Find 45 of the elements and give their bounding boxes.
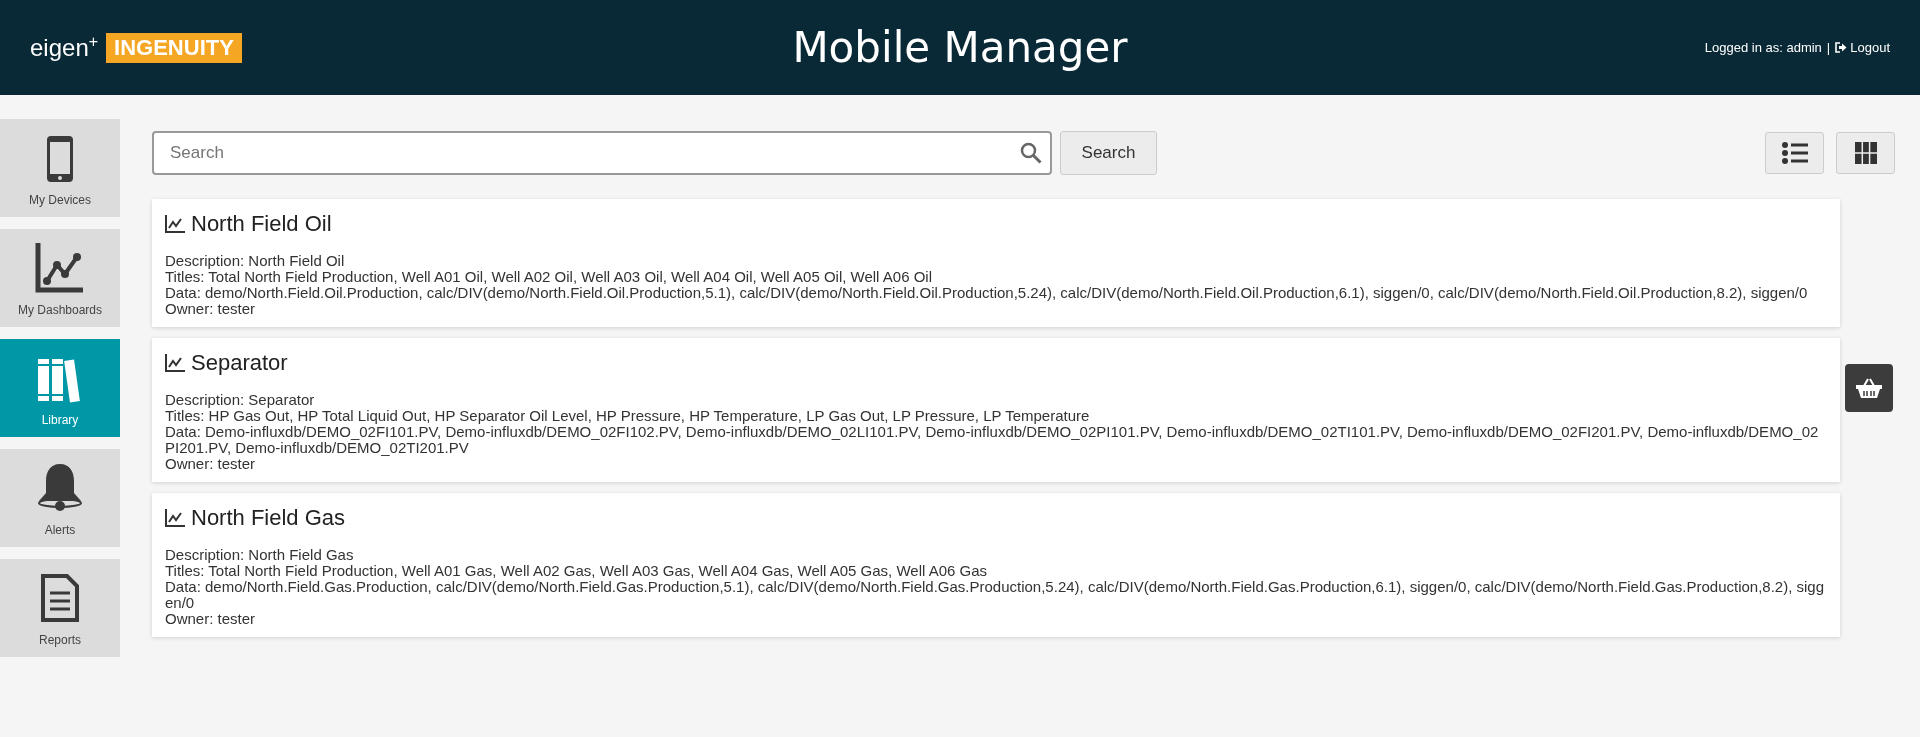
logout-icon [1835,42,1848,53]
card-title: North Field Gas [191,505,346,531]
search-icon [1020,142,1042,164]
library-card[interactable] [152,338,1840,482]
logout-link[interactable]: Logout [1835,40,1890,55]
phone-icon [46,135,74,183]
library-card[interactable] [152,199,1840,327]
grid-icon [1854,142,1877,164]
document-icon [40,573,80,623]
detail-text: Titles: Total North Field Production, Well A01 Oil, Well A02 Oil, Well A03 Oil, Well A04 Oil, Well A05 Oil, Well A06 Oil [165,269,933,285]
detail-text: Owner: tester [165,611,257,627]
line-chart-icon [165,215,185,233]
nav-item[interactable]: My Dashboards [0,229,120,327]
logo-badge: INGENUITY [106,32,242,63]
card-title: North Field Oil [191,211,332,237]
nav-item[interactable]: Alerts [0,449,120,547]
nav-item[interactable]: Reports [0,559,120,657]
line-chart-icon [165,509,185,527]
nav-item[interactable]: Library [0,339,120,437]
line-chart-icon [165,354,185,372]
detail-text: Description: North Field Oil [165,253,346,269]
detail-text: Owner: tester [165,301,257,317]
line-chart-icon [35,241,85,293]
detail-text: Description: North Field Gas [165,547,355,563]
detail-text: Data: demo/North.Field.Oil.Production, calc/DIV(demo/North.Field.Oil.Production,5.1), calc/DIV(demo/North.Field.Oil.Production,5.24), calc/DIV(demo/North.Field.Oil.Production,6.1), siggen/0, calc/DIV(demo/North.Field.Oil.Production,8.2), siggen/0 [165,285,1809,301]
app-title: Mobile Manager [791,23,1129,72]
card-title: Separator [191,350,288,376]
search-button[interactable]: Search [1060,131,1157,175]
user-label: Logged in as: admin [1704,40,1822,55]
list-view-button[interactable] [1765,132,1824,174]
detail-text: Owner: tester [165,456,256,472]
basket-button[interactable] [1845,364,1893,412]
detail-text: Description: Separator [165,392,316,408]
library-card[interactable] [152,493,1840,637]
detail-text: Data: demo/North.Field.Gas.Production, calc/DIV(demo/North.Field.Gas.Production,5.1), calc/DIV(demo/North.Field.Gas.Production,5.24), calc/DIV(demo/North.Field.Gas.Production,6.1), siggen/0, calc/DIV(demo/North.Field.Gas.Production,8.2), siggen/0 [165,579,1826,611]
nav-item[interactable]: My Devices [0,119,120,217]
logo-text: eigen$^{+}$ [30,33,99,62]
detail-text: Titles: Total North Field Production, Well A01 Gas, Well A02 Gas, Well A03 Gas, Well A04 Gas, Well A05 Gas, Well A06 Gas [165,563,989,579]
search-field[interactable]: Search [152,131,1052,175]
basket-icon [1856,377,1882,399]
list-icon [1781,142,1808,164]
detail-text: Data: Demo-influxdb/DEMO_02FI101.PV, Demo-influxdb/DEMO_02FI102.PV, Demo-influxdb/DEMO_02LI101.PV, Demo-influxdb/DEMO_02PI101.PV, Demo-influxdb/DEMO_02TI101.PV, Demo-influxdb/DEMO_02FI201.PV, Demo-influxdb/DEMO_02PI201.PV, Demo-influxdb/DEMO_02TI201.PV [165,424,1820,456]
separator: | [1826,40,1831,55]
detail-text: Titles: HP Gas Out, HP Total Liquid Out, HP Separator Oil Level, HP Pressure, HP Temperature, LP Gas Out, LP Pressure, LP Temperature [165,408,1091,424]
grid-view-button[interactable] [1836,132,1895,174]
